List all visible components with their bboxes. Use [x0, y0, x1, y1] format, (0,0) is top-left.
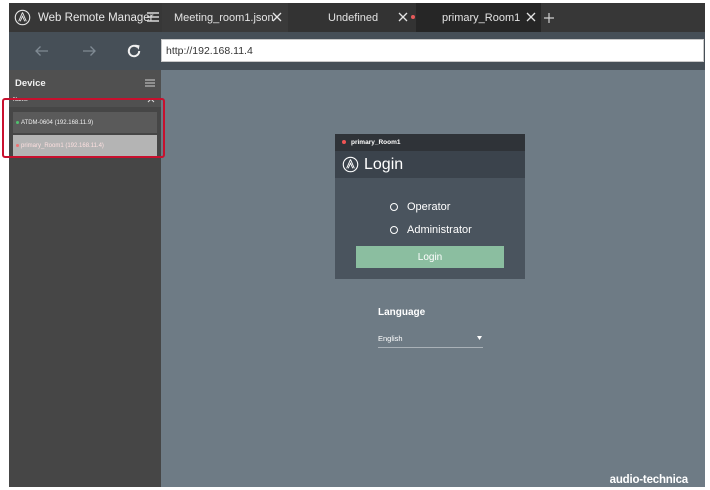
web-remote-manager-window: Web Remote Manager Meeting_room1.json Un…	[9, 3, 705, 487]
device-label: ATDM-0604 (192.168.11.9)	[21, 119, 94, 126]
tab-undefined[interactable]: Undefined	[288, 3, 416, 32]
app-brand: Web Remote Manager	[9, 3, 161, 32]
caret-down-icon	[477, 336, 482, 340]
login-panel-header: primary_Room1	[335, 134, 525, 151]
sidebar-header: Device	[9, 73, 161, 93]
reload-icon[interactable]	[125, 42, 143, 60]
radio-circle[interactable]	[390, 203, 398, 211]
status-dot	[16, 121, 19, 124]
status-dot	[16, 144, 19, 147]
device-label: primary_Room1 (192.168.11.4)	[21, 142, 104, 149]
radio-circle[interactable]	[390, 226, 398, 234]
language-label: Language	[378, 307, 426, 318]
close-icon[interactable]	[525, 11, 537, 23]
column-header-name[interactable]: Name	[9, 95, 161, 105]
tab-bar: Web Remote Manager Meeting_room1.json Un…	[9, 3, 705, 32]
tab-label: Undefined	[328, 11, 379, 24]
arrow-right-icon[interactable]	[80, 42, 98, 60]
close-icon[interactable]	[397, 11, 409, 23]
login-title-bar: Login	[335, 151, 525, 178]
tab-label: Meeting_room1.json	[174, 11, 274, 24]
sidebar-title: Device	[15, 77, 46, 89]
hamburger-menu-icon[interactable]	[145, 9, 161, 25]
app-title: Web Remote Manager	[38, 11, 154, 24]
close-icon[interactable]	[271, 11, 283, 23]
plus-icon[interactable]	[541, 10, 557, 26]
audio-technica-wordmark: audio-technica	[609, 474, 689, 486]
language-selected: English	[378, 334, 403, 343]
login-button[interactable]: Login	[356, 246, 504, 268]
column-header-label: Name	[13, 97, 28, 103]
arrow-left-icon[interactable]	[33, 42, 51, 60]
status-dot	[342, 140, 346, 144]
chevron-up-icon	[147, 98, 155, 103]
language-select[interactable]: English	[378, 330, 483, 348]
device-sidebar: Device Name ATDM-0604 (192.168.11.9) pri…	[9, 70, 161, 487]
url-input[interactable]: http://192.168.11.4	[161, 39, 704, 62]
radio-label: Administrator	[407, 224, 472, 236]
hamburger-menu-icon[interactable]	[144, 77, 156, 89]
login-title: Login	[364, 155, 404, 173]
navigation-bar: http://192.168.11.4	[9, 32, 705, 70]
audio-technica-logo-icon	[14, 9, 31, 26]
unsaved-indicator	[411, 15, 415, 19]
radio-administrator[interactable]: Administrator	[390, 223, 472, 237]
tab-meeting-room1-json[interactable]: Meeting_room1.json	[162, 3, 288, 32]
device-item-atdm-0604[interactable]: ATDM-0604 (192.168.11.9)	[13, 112, 157, 133]
tab-label: primary_Room1	[442, 11, 521, 24]
device-item-primary-room1[interactable]: primary_Room1 (192.168.11.4)	[13, 135, 157, 156]
radio-label: Operator	[407, 201, 451, 213]
device-name: primary_Room1	[351, 139, 401, 146]
tab-primary-room1[interactable]: primary_Room1	[416, 3, 541, 32]
radio-operator[interactable]: Operator	[390, 200, 450, 214]
login-panel: primary_Room1 Login Operator Administrat…	[335, 134, 525, 279]
device-list: ATDM-0604 (192.168.11.9) primary_Room1 (…	[9, 107, 161, 487]
audio-technica-logo-icon	[342, 156, 359, 173]
